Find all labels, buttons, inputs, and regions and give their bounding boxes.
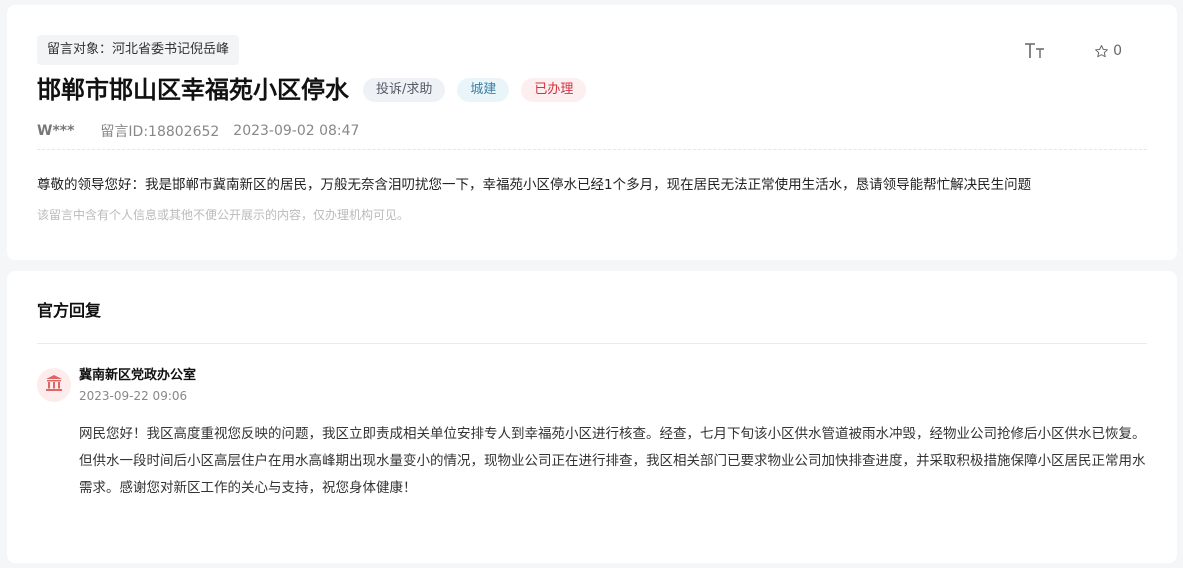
message-toolbar: 0 (1024, 41, 1122, 61)
government-building-icon (44, 373, 64, 397)
message-meta: W*** 留言ID:18802652 2023-09-02 08:47 (37, 121, 359, 141)
star-icon (1094, 44, 1109, 59)
reply-org-name: 冀南新区党政办公室 (79, 368, 197, 383)
message-datetime: 2023-09-02 08:47 (233, 123, 360, 139)
message-target: 留言对象：河北省委书记倪岳峰 (37, 35, 240, 65)
reply-card: 官方回复 冀南新区党政办公室 2023-09-22 09:06 网民您好！我区高… (7, 271, 1177, 563)
status-badge: 已办理 (521, 78, 587, 102)
message-user: W*** (37, 123, 75, 139)
favorite-button[interactable]: 0 (1094, 43, 1122, 59)
message-title: 邯郸市邯山区幸福苑小区停水 (37, 76, 349, 104)
divider (37, 343, 1147, 344)
reply-content: 网民您好！我区高度重视您反映的问题，我区立即责成相关单位安排专人到幸福苑小区进行… (79, 426, 1146, 496)
type-tag: 城建 (457, 78, 510, 102)
privacy-note: 该留言中含有个人信息或其他不便公开展示的内容，仅办理机构可见。 (37, 208, 410, 222)
reply-datetime: 2023-09-22 09:06 (79, 389, 188, 403)
title-row: 邯郸市邯山区幸福苑小区停水 投诉/求助 城建 已办理 (37, 73, 598, 107)
message-card: 留言对象：河北省委书记倪岳峰 0 邯郸市邯山区幸福苑小区停水 投诉/求助 城建 … (7, 5, 1177, 260)
message-id: 留言ID:18802652 (100, 124, 220, 140)
message-content: 尊敬的领导您好：我是邯郸市冀南新区的居民，万般无奈含泪叨扰您一下，幸福苑小区停水… (37, 177, 1032, 193)
category-tag: 投诉/求助 (363, 78, 446, 102)
avatar (37, 368, 71, 402)
font-size-icon[interactable] (1024, 41, 1046, 61)
favorite-count: 0 (1113, 43, 1122, 59)
reply-heading: 官方回复 (37, 301, 102, 320)
divider (37, 149, 1147, 150)
